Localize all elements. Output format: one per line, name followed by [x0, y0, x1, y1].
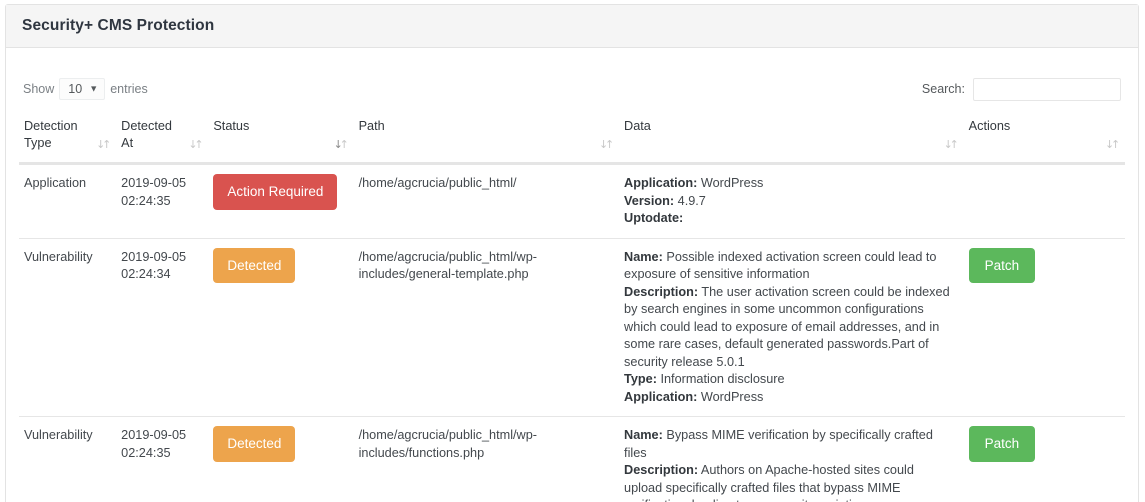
- column-header-detected-at[interactable]: Detected At ↓ ↑: [116, 112, 209, 165]
- no-action: [969, 175, 1115, 176]
- data-key: Type:: [624, 372, 657, 386]
- data-value: 4.9.7: [674, 193, 706, 208]
- cell-path: /home/agcrucia/public_html/wp-includes/g…: [353, 238, 620, 417]
- table-row: Vulnerability 2019-09-05 02:24:35 Detected…: [19, 416, 1125, 502]
- data-key: Application:: [624, 176, 698, 190]
- cell-status: Action Required: [208, 163, 354, 239]
- data-value: WordPress: [697, 389, 764, 404]
- cell-status: Detected: [208, 416, 354, 502]
- search-input[interactable]: [973, 77, 1121, 101]
- table-header-row: Detection Type ↓ ↑ Detected At ↓ ↑ Statu…: [19, 112, 1125, 165]
- cell-detected-at: 2019-09-05 02:24:35: [116, 416, 209, 502]
- sort-icon: ↓ ↑: [96, 138, 112, 151]
- column-header-data[interactable]: Data ↓ ↑: [619, 112, 964, 165]
- table-head: Detection Type ↓ ↑ Detected At ↓ ↑ Statu…: [19, 112, 1125, 165]
- column-header-actions[interactable]: Actions ↓ ↑: [963, 112, 1125, 165]
- cell-detection-type: Vulnerability: [19, 416, 117, 502]
- table-controls: Show 10 ▼ entries Search:: [19, 62, 1125, 106]
- cell-data: Name: Possible indexed activation screen…: [619, 238, 964, 417]
- sort-icon: ↓ ↑: [1105, 138, 1121, 151]
- show-label: Show: [23, 82, 55, 96]
- cell-actions: Patch: [963, 416, 1125, 502]
- column-header-path[interactable]: Path ↓ ↑: [353, 112, 620, 165]
- search-box: Search:: [921, 77, 1125, 101]
- chevron-down-icon: ▼: [89, 83, 99, 94]
- page-root: Security+ CMS Protection Show 10 ▼ entri…: [0, 0, 1145, 502]
- table-row: Application 2019-09-05 02:24:35 Action Req…: [19, 163, 1125, 239]
- card-body: Show 10 ▼ entries Search: Detection Type…: [6, 48, 1138, 502]
- sort-icon: ↓ ↑: [599, 138, 615, 151]
- length-menu: Show 10 ▼ entries: [19, 78, 148, 100]
- cell-path: /home/agcrucia/public_html/wp-includes/f…: [353, 416, 620, 502]
- status-badge[interactable]: Detected: [213, 247, 296, 283]
- detections-table: Detection Type ↓ ↑ Detected At ↓ ↑ Statu…: [19, 112, 1125, 502]
- data-key: Name:: [624, 428, 663, 442]
- cell-data: Name: Bypass MIME verification by specif…: [619, 416, 964, 502]
- cell-path: /home/agcrucia/public_html/: [353, 163, 620, 239]
- table-body: Application 2019-09-05 02:24:35 Action Req…: [19, 163, 1125, 502]
- column-header-detection-type[interactable]: Detection Type ↓ ↑: [19, 112, 117, 165]
- data-key: Name:: [624, 249, 663, 264]
- page-length-value: 10: [68, 82, 83, 96]
- cell-actions: Patch: [963, 238, 1125, 417]
- data-key: Description:: [624, 284, 699, 299]
- data-key: Version:: [624, 193, 675, 208]
- cell-data: Application: WordPress Version: 4.9.7 Upto…: [619, 163, 964, 239]
- cell-detection-type: Vulnerability: [19, 238, 117, 417]
- page-title: Security+ CMS Protection: [22, 17, 215, 34]
- table-row: Vulnerability 2019-09-05 02:24:34 Detected…: [19, 238, 1125, 417]
- data-key: Description:: [624, 463, 699, 477]
- page-length-select[interactable]: 10 ▼: [59, 78, 106, 100]
- entries-label: entries: [110, 82, 148, 96]
- patch-button[interactable]: Patch: [968, 426, 1036, 462]
- cms-protection-card: Security+ CMS Protection Show 10 ▼ entri…: [5, 4, 1139, 502]
- data-value: Possible indexed activation screen could…: [624, 249, 937, 282]
- sort-icon: ↓ ↑: [188, 138, 204, 151]
- data-value: Bypass MIME verification by specifically…: [624, 428, 933, 460]
- cell-status: Detected: [208, 238, 354, 417]
- cell-detection-type: Application: [19, 163, 117, 239]
- search-label: Search:: [921, 82, 965, 96]
- data-key: Application:: [624, 389, 698, 404]
- data-key: Uptodate:: [624, 211, 684, 225]
- patch-button[interactable]: Patch: [968, 247, 1036, 283]
- sort-icon-descending: ↓ ↑: [333, 138, 349, 151]
- status-badge[interactable]: Detected: [213, 426, 296, 462]
- column-header-status[interactable]: Status ↓ ↑: [208, 112, 354, 165]
- data-value: Information disclosure: [656, 372, 785, 386]
- card-header: Security+ CMS Protection: [6, 5, 1138, 48]
- cell-actions: [963, 163, 1125, 239]
- status-badge[interactable]: Action Required: [213, 174, 338, 210]
- cell-detected-at: 2019-09-05 02:24:34: [116, 238, 209, 417]
- sort-icon: ↓ ↑: [943, 138, 959, 151]
- data-value: WordPress: [697, 176, 764, 190]
- cell-detected-at: 2019-09-05 02:24:35: [116, 163, 209, 239]
